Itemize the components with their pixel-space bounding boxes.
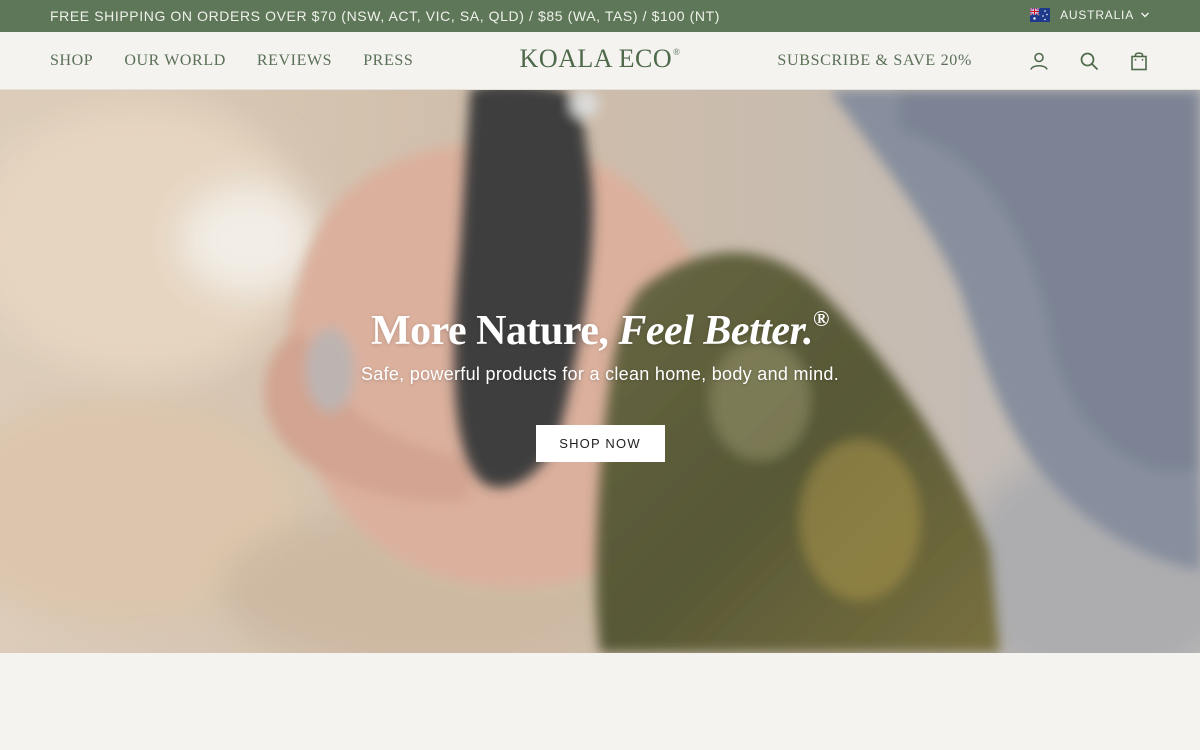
logo-registered-mark: ®: [673, 47, 681, 57]
account-button[interactable]: [1028, 50, 1050, 72]
logo-text: KOALA ECO: [519, 44, 673, 73]
country-selector[interactable]: AUSTRALIA: [1030, 8, 1150, 22]
site-header: SHOP OUR WORLD REVIEWS PRESS KOALA ECO® …: [0, 32, 1200, 90]
hero-title: More Nature, Feel Better.®: [0, 290, 1200, 360]
search-button[interactable]: [1078, 50, 1100, 72]
shop-now-button[interactable]: SHOP NOW: [535, 425, 665, 462]
chevron-down-icon: [1141, 12, 1149, 18]
account-icon: [1030, 52, 1048, 70]
hero-subtitle: Safe, powerful products for a clean home…: [360, 364, 840, 384]
header-actions: SUBSCRIBE & SAVE 20%: [777, 32, 1150, 90]
search-icon: [1080, 52, 1099, 71]
australia-flag-icon: [1030, 8, 1051, 22]
content-section: [0, 653, 1200, 750]
hero-title-plain: More Nature,: [371, 308, 609, 354]
cart-icon: [1131, 52, 1147, 71]
subscribe-link[interactable]: SUBSCRIBE & SAVE 20%: [777, 52, 972, 70]
hero-content: More Nature, Feel Better.® Safe, powerfu…: [0, 290, 1200, 462]
hero-title-italic: Feel Better.: [618, 308, 814, 354]
cart-button[interactable]: [1128, 50, 1150, 72]
announcement-bar: FREE SHIPPING ON ORDERS OVER $70 (NSW, A…: [0, 0, 1200, 32]
hero-banner: More Nature, Feel Better.® Safe, powerfu…: [0, 90, 1200, 653]
country-label: AUSTRALIA: [1060, 8, 1134, 22]
hero-title-mark: ®: [813, 306, 829, 331]
shipping-announcement: FREE SHIPPING ON ORDERS OVER $70 (NSW, A…: [50, 8, 720, 24]
